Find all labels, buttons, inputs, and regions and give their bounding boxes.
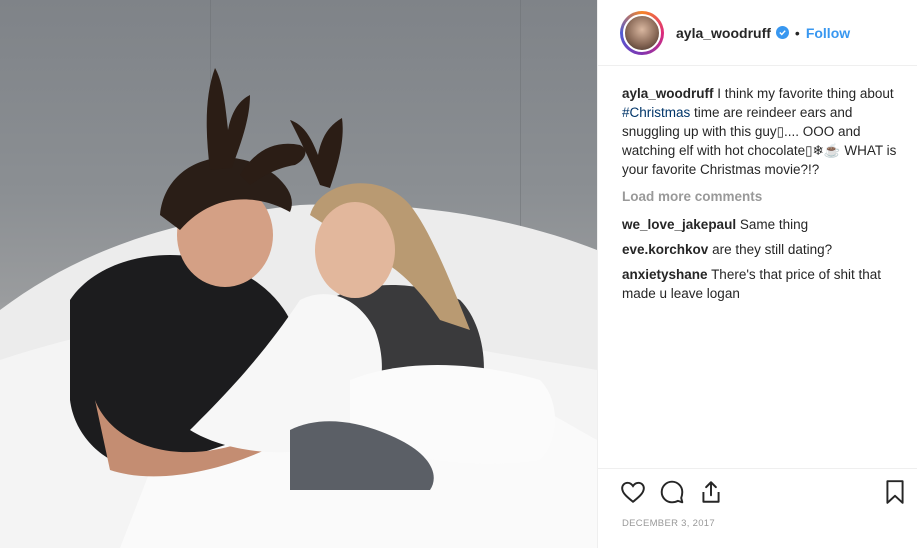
post-actions-bar: [598, 468, 917, 518]
post-caption: ayla_woodruff I think my favorite thing …: [622, 84, 906, 179]
caption-text-1: I think my favorite thing about: [717, 86, 894, 101]
header-username[interactable]: ayla_woodruff: [676, 25, 771, 41]
separator-dot: •: [794, 24, 800, 41]
instagram-post-modal: ayla_woodruff • Follow ayla_woodruff I t…: [0, 0, 917, 548]
post-side-panel: ayla_woodruff • Follow ayla_woodruff I t…: [597, 0, 917, 548]
heart-icon[interactable]: [620, 479, 646, 510]
post-photo[interactable]: [0, 0, 597, 548]
post-header: ayla_woodruff • Follow: [598, 0, 917, 66]
verified-badge-icon: [775, 26, 789, 39]
share-icon[interactable]: [698, 479, 724, 510]
comment-text: Same thing: [739, 217, 809, 232]
comment-item: we_love_jakepaul Same thing: [622, 215, 906, 234]
caption-username[interactable]: ayla_woodruff: [622, 86, 714, 101]
photo-illustration: [0, 68, 597, 548]
load-more-comments-button[interactable]: Load more comments: [622, 187, 906, 206]
comment-username[interactable]: eve.korchkov: [622, 242, 708, 257]
bookmark-icon[interactable]: [884, 479, 906, 510]
avatar-image: [623, 13, 661, 52]
avatar[interactable]: [620, 10, 664, 55]
follow-button[interactable]: Follow: [806, 25, 850, 41]
comment-username[interactable]: anxietyshane: [622, 267, 708, 282]
comment-item: eve.korchkov are they still dating?: [622, 240, 906, 259]
post-date: DECEMBER 3, 2017: [622, 518, 715, 529]
comment-icon[interactable]: [659, 479, 685, 510]
comments-list: ayla_woodruff I think my favorite thing …: [622, 84, 906, 309]
checkmark-icon: [779, 30, 786, 36]
comment-text: are they still dating?: [712, 242, 833, 257]
comment-item: anxietyshane There's that price of shit …: [622, 265, 906, 303]
comment-username[interactable]: we_love_jakepaul: [622, 217, 736, 232]
hashtag-link[interactable]: #Christmas: [622, 105, 690, 120]
